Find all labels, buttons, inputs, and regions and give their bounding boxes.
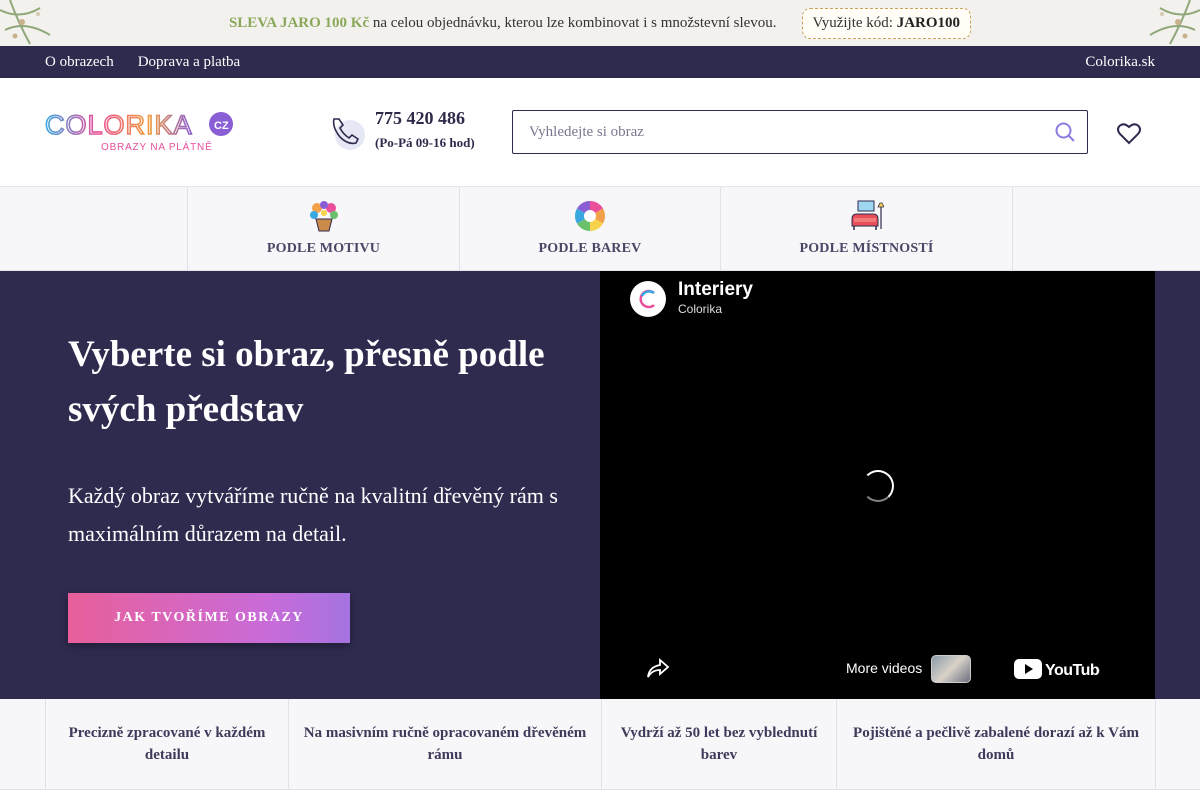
svg-text:YouTube: YouTube xyxy=(1045,662,1100,679)
colorika-logo[interactable]: COLORIKA CZ OBRAZY NA PLÁTNĚ xyxy=(45,110,235,154)
category-by-motif[interactable]: PODLE MOTIVU xyxy=(187,187,459,271)
youtube-logo-icon[interactable]: YouTube xyxy=(1014,657,1100,681)
feature-divider xyxy=(1155,699,1156,789)
video-author[interactable]: Colorika xyxy=(678,302,722,316)
phone-number[interactable]: 775 420 486 xyxy=(375,108,465,129)
phone-icon xyxy=(332,118,365,150)
top-navigation: O obrazech Doprava a platba Colorika.sk xyxy=(0,46,1200,78)
features-bar: Precizně zpracované v každém detailu Na … xyxy=(0,699,1200,790)
hero-title: Vyberte si obraz, přesně podle svých pře… xyxy=(68,334,545,430)
search-input[interactable] xyxy=(513,111,1043,153)
more-videos-thumbnail[interactable] xyxy=(931,655,971,683)
search-icon xyxy=(1055,122,1075,142)
nav-shipping-payment[interactable]: Doprava a platba xyxy=(138,54,240,71)
svg-text:CZ: CZ xyxy=(214,120,229,132)
category-by-room[interactable]: PODLE MÍSTNOSTÍ xyxy=(720,187,1012,271)
promo-code-box: Využijte kód: JARO100 xyxy=(801,7,972,39)
feature-item: Precizně zpracované v každém detailu xyxy=(45,699,288,789)
promo-message: SLEVA JARO 100 Kč na celou objednávku, k… xyxy=(229,15,777,32)
promo-highlight: SLEVA JARO 100 Kč xyxy=(228,14,370,31)
promo-code: JARO100 xyxy=(896,14,961,31)
search-button[interactable] xyxy=(1043,111,1087,153)
loading-spinner-icon xyxy=(862,470,894,502)
colorika-c-icon xyxy=(639,289,655,309)
svg-text:OBRAZY NA PLÁTNĚ: OBRAZY NA PLÁTNĚ xyxy=(101,140,213,153)
category-divider xyxy=(1012,187,1013,271)
promo-text: na celou objednávku, kterou lze kombinov… xyxy=(369,14,777,31)
svg-text:COLORIKA: COLORIKA xyxy=(45,110,193,140)
room-sofa-icon xyxy=(851,200,884,230)
channel-avatar[interactable] xyxy=(630,281,666,317)
category-label: PODLE MÍSTNOSTÍ xyxy=(799,241,934,256)
feature-item: Vydrží až 50 let bez vyblednutí barev xyxy=(601,699,836,789)
flower-bouquet-icon xyxy=(309,201,338,232)
nav-colorika-sk[interactable]: Colorika.sk xyxy=(1085,54,1155,71)
promo-code-prefix: Využijte kód: xyxy=(812,14,897,31)
category-bar: PODLE MOTIVU PODLE BAREV PODLE MÍSTNOSTÍ xyxy=(0,186,1200,271)
feature-item: Na masivním ručně opracovaném dřevěném r… xyxy=(288,699,601,789)
pine-branch-decoration-icon xyxy=(0,0,51,45)
hero-subtitle: Každý obraz vytváříme ručně na kvalitní … xyxy=(68,483,558,546)
more-videos-label[interactable]: More videos xyxy=(846,660,922,676)
share-icon[interactable] xyxy=(646,657,670,679)
site-header: COLORIKA CZ OBRAZY NA PLÁTNĚ 775 420 486… xyxy=(0,78,1200,186)
nav-about-paintings[interactable]: O obrazech xyxy=(45,54,114,71)
youtube-video-player[interactable]: Interiery Colorika More videos YouTube xyxy=(600,271,1155,699)
color-wheel-icon xyxy=(574,201,606,231)
search-box xyxy=(512,110,1088,154)
category-label: PODLE MOTIVU xyxy=(266,241,381,256)
promo-bar: SLEVA JARO 100 Kč na celou objednávku, k… xyxy=(0,0,1200,46)
category-label: PODLE BAREV xyxy=(538,241,642,256)
pine-branch-decoration-icon xyxy=(1149,0,1200,45)
phone-hours: (Po-Pá 09-16 hod) xyxy=(375,135,475,150)
heart-icon[interactable] xyxy=(1116,122,1142,146)
video-title[interactable]: Interiery xyxy=(678,279,753,301)
feature-item: Pojištěné a pečlivě zabalené dorazí až k… xyxy=(836,699,1155,789)
category-by-color[interactable]: PODLE BAREV xyxy=(459,187,720,271)
how-we-make-paintings-button[interactable]: JAK TVOŘÍME OBRAZY xyxy=(68,593,350,643)
